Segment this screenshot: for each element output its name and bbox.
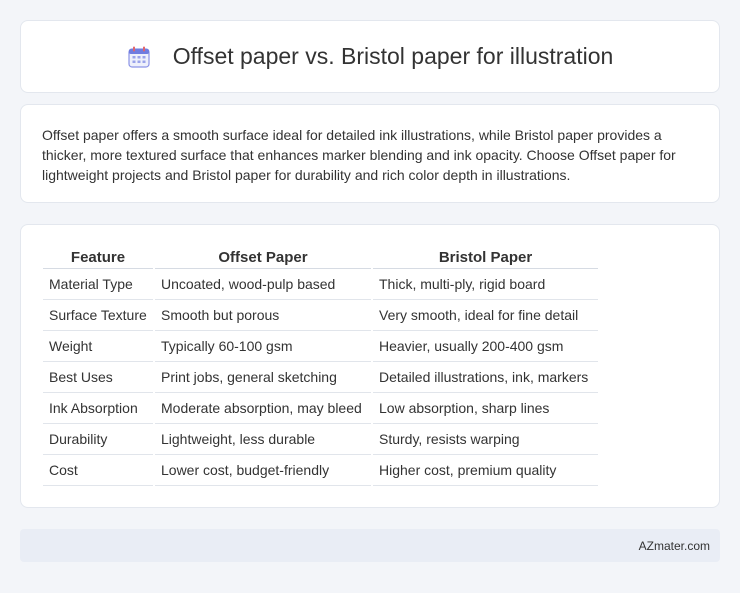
table-row: Material Type Uncoated, wood-pulp based … xyxy=(43,269,598,300)
cell-offset: Uncoated, wood-pulp based xyxy=(155,269,371,300)
title-card: Offset paper vs. Bristol paper for illus… xyxy=(20,20,720,93)
cell-offset: Print jobs, general sketching xyxy=(155,362,371,393)
table-row: Best Uses Print jobs, general sketching … xyxy=(43,362,598,393)
cell-feature: Durability xyxy=(43,424,153,455)
comparison-table-card: Feature Offset Paper Bristol Paper Mater… xyxy=(20,224,720,508)
footer: AZmater.com xyxy=(20,529,720,562)
calendar-icon xyxy=(127,45,151,69)
cell-offset: Typically 60-100 gsm xyxy=(155,331,371,362)
cell-feature: Best Uses xyxy=(43,362,153,393)
cell-bristol: Detailed illustrations, ink, markers xyxy=(373,362,598,393)
header-bristol-paper: Bristol Paper xyxy=(373,245,598,269)
table-row: Ink Absorption Moderate absorption, may … xyxy=(43,393,598,424)
cell-feature: Surface Texture xyxy=(43,300,153,331)
page-title: Offset paper vs. Bristol paper for illus… xyxy=(172,43,614,69)
summary-text: Offset paper offers a smooth surface ide… xyxy=(42,127,676,183)
cell-feature: Weight xyxy=(43,331,153,362)
cell-bristol: Higher cost, premium quality xyxy=(373,455,598,486)
table-row: Surface Texture Smooth but porous Very s… xyxy=(43,300,598,331)
cell-bristol: Sturdy, resists warping xyxy=(373,424,598,455)
cell-bristol: Heavier, usually 200-400 gsm xyxy=(373,331,598,362)
cell-feature: Cost xyxy=(43,455,153,486)
cell-feature: Ink Absorption xyxy=(43,393,153,424)
footer-brand: AZmater.com xyxy=(638,538,710,553)
cell-offset: Lightweight, less durable xyxy=(155,424,371,455)
table-row: Durability Lightweight, less durable Stu… xyxy=(43,424,598,455)
comparison-table: Feature Offset Paper Bristol Paper Mater… xyxy=(41,245,600,486)
table-row: Cost Lower cost, budget-friendly Higher … xyxy=(43,455,598,486)
header-offset-paper: Offset Paper xyxy=(155,245,371,269)
cell-bristol: Low absorption, sharp lines xyxy=(373,393,598,424)
cell-feature: Material Type xyxy=(43,269,153,300)
cell-offset: Lower cost, budget-friendly xyxy=(155,455,371,486)
summary-card: Offset paper offers a smooth surface ide… xyxy=(20,104,720,203)
cell-bristol: Very smooth, ideal for fine detail xyxy=(373,300,598,331)
table-header-row: Feature Offset Paper Bristol Paper xyxy=(43,245,598,269)
cell-offset: Moderate absorption, may bleed xyxy=(155,393,371,424)
table-row: Weight Typically 60-100 gsm Heavier, usu… xyxy=(43,331,598,362)
cell-offset: Smooth but porous xyxy=(155,300,371,331)
cell-bristol: Thick, multi-ply, rigid board xyxy=(373,269,598,300)
header-feature: Feature xyxy=(43,245,153,269)
